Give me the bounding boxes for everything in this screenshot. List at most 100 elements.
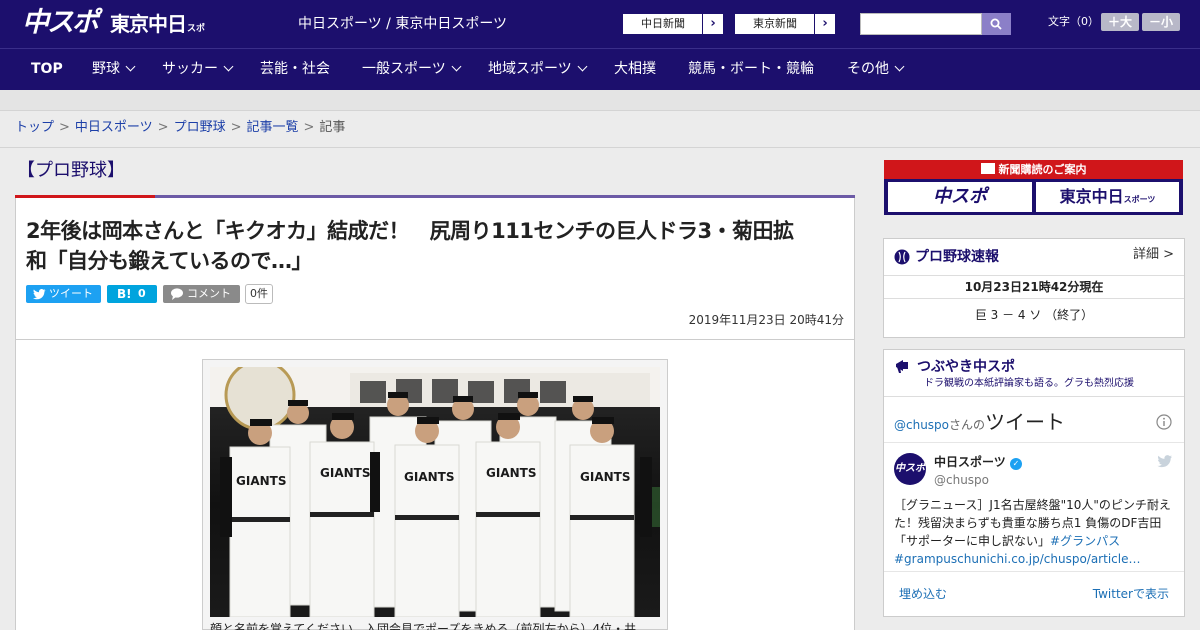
nav-item-soccer[interactable]: サッカー [162, 49, 234, 90]
baseball-detail-link[interactable]: 詳細 > [1133, 247, 1174, 263]
font-increase-button[interactable]: ＋大 [1101, 13, 1139, 31]
nav-item-baseball[interactable]: 野球 [92, 49, 136, 90]
search-button[interactable] [982, 13, 1011, 35]
twitter-bird-icon[interactable] [1157, 454, 1173, 468]
baseball-timestamp: 10月23日21時42分現在 [884, 275, 1184, 299]
main-nav: TOP 野球 サッカー 芸能・社会 一般スポーツ 地域スポーツ 大相撲 競馬・ボ… [0, 48, 1200, 90]
twitter-widget: つぶやき中スポ ドラ観戦の本紙評論家も語る。グラも熱烈応援 @chuspoさんの… [883, 349, 1185, 617]
chevron-right-icon: › [814, 14, 835, 34]
accent-line [155, 195, 855, 198]
search-icon [990, 18, 1002, 30]
nav-label: 一般スポーツ [362, 61, 446, 77]
tokyo-logo-text: 東京中日 [110, 12, 187, 36]
tokyo-shimbun-link[interactable]: 東京新聞 › [734, 13, 836, 35]
tweets-handle-link[interactable]: @chuspo [894, 418, 949, 432]
baseball-live-widget: プロ野球速報 詳細 > 10月23日21時42分現在 巨 3 － 4 ソ （終了… [883, 238, 1185, 338]
nav-item-local-sports[interactable]: 地域スポーツ [488, 49, 588, 90]
hatena-icon: B! [117, 287, 132, 301]
tokyo-chunichi-logo[interactable]: 東京中日スポーツ [110, 10, 210, 67]
headline-line: 2年後は岡本さんと「キクオカ」結成だ！ 尻周り111センチの巨人ドラ3・菊田拡 [26, 219, 794, 243]
search-input[interactable] [860, 13, 982, 35]
article-photo[interactable]: GIANTS GIANTS GIANTS GIANTS GIANTS [210, 367, 660, 617]
nav-item-sumo[interactable]: 大相撲 [614, 49, 656, 90]
divider [884, 442, 1184, 443]
tweet-body: ［グラニュース］J1名古屋終盤"10人"のピンチ耐えた！残留決まらずも貴重な勝ち… [894, 498, 1171, 548]
nav-item-entertainment[interactable]: 芸能・社会 [260, 49, 330, 90]
tweets-widget-subtitle: ドラ観戦の本紙評論家も語る。グラも熱烈応援 [924, 378, 1134, 389]
tweets-handle-suffix: さんの [949, 418, 986, 432]
tweets-label: ツイート [985, 410, 1066, 434]
subscription-title: 新聞購読のご案内 [884, 160, 1183, 179]
divider [0, 147, 1200, 148]
baseball-widget-title: プロ野球速報 [915, 249, 999, 265]
hatena-count: 0 [138, 287, 146, 300]
chevron-down-icon [577, 61, 588, 72]
site-title: 中日スポーツ / 東京中日スポーツ [298, 16, 508, 32]
svg-text:GIANTS: GIANTS [580, 470, 630, 484]
comment-button[interactable]: コメント [163, 285, 240, 303]
site-header: 中スポ 東京中日スポーツ 中日スポーツ / 東京中日スポーツ 中日新聞 › 東京… [0, 0, 1200, 67]
article-date: 2019年11月23日 20時41分 [688, 313, 844, 327]
megaphone-icon [896, 360, 908, 373]
account-handle[interactable]: @chuspo [934, 472, 989, 488]
breadcrumb-top[interactable]: トップ [15, 120, 54, 135]
chevron-down-icon [125, 61, 136, 72]
nav-label: 芸能・社会 [260, 61, 330, 77]
breadcrumb-chunichi-sports[interactable]: 中日スポーツ [75, 120, 153, 135]
ext-link-label: 東京新聞 [753, 17, 797, 30]
tweet-hashtag[interactable]: #グランパス [1050, 534, 1120, 548]
view-on-twitter-link[interactable]: Twitterで表示 [1093, 586, 1169, 602]
breadcrumb-separator: > [59, 120, 70, 135]
breadcrumb-pro-baseball[interactable]: プロ野球 [174, 120, 226, 135]
breadcrumb-separator: > [303, 120, 315, 135]
comment-label: コメント [187, 287, 231, 300]
nav-item-racing[interactable]: 競馬・ボート・競輪 [688, 49, 814, 90]
nav-label: その他 [847, 61, 889, 77]
font-decrease-button[interactable]: －小 [1142, 13, 1180, 31]
account-avatar[interactable]: 中スポ [894, 453, 926, 485]
promo-tokyo-logo: 東京中日スポーツ [1036, 182, 1179, 212]
nav-label: TOP [31, 61, 63, 77]
tweet-label: ツイート [49, 287, 93, 300]
svg-text:GIANTS: GIANTS [404, 470, 454, 484]
nav-item-general-sports[interactable]: 一般スポーツ [362, 49, 462, 90]
breadcrumb-article-list[interactable]: 記事一覧 [247, 120, 299, 135]
chevron-down-icon [451, 61, 462, 72]
accent-line [15, 195, 155, 198]
embed-link[interactable]: 埋め込む [899, 586, 947, 602]
breadcrumb: トップ > 中日スポーツ > プロ野球 > 記事一覧 > 記事 [15, 120, 345, 136]
divider [884, 571, 1184, 572]
sub-bar [0, 90, 1200, 111]
chevron-down-icon [894, 61, 905, 72]
nav-item-top[interactable]: TOP [31, 49, 63, 90]
nav-label: 競馬・ボート・競輪 [688, 61, 814, 77]
baseball-icon [894, 249, 910, 265]
chunichi-shimbun-link[interactable]: 中日新聞 › [622, 13, 724, 35]
divider [884, 396, 1184, 397]
account-name[interactable]: 中日スポーツ ✓ [934, 454, 1022, 470]
breadcrumb-current: 記事 [319, 120, 346, 135]
promo-tokyo-small: スポーツ [1123, 195, 1156, 204]
photo-caption: 顔と名前を覚えてください。入団会見でポーズをきめる（前列左から）4位・井 [210, 622, 637, 630]
info-icon[interactable] [1156, 414, 1172, 430]
subscription-label: 新聞購読のご案内 [998, 163, 1087, 176]
subscription-banner[interactable]: 新聞購読のご案内 中スポ 東京中日スポーツ [884, 160, 1183, 215]
nav-label: 大相撲 [614, 61, 656, 77]
nav-label: サッカー [162, 61, 218, 77]
svg-text:GIANTS: GIANTS [236, 474, 286, 488]
breadcrumb-separator: > [157, 120, 169, 135]
chevron-down-icon [223, 61, 234, 72]
headline-line: 和「自分も鍛えているので…」 [26, 249, 312, 273]
tweet-text: ［グラニュース］J1名古屋終盤"10人"のピンチ耐えた！残留決まらずも貴重な勝ち… [894, 496, 1176, 568]
account-name-text: 中日スポーツ [934, 455, 1006, 469]
baseball-score[interactable]: 巨 3 － 4 ソ （終了） [884, 307, 1184, 323]
photo-frame: GIANTS GIANTS GIANTS GIANTS GIANTS [202, 359, 668, 630]
chuspo-logo[interactable]: 中スポ [22, 6, 102, 40]
svg-text:GIANTS: GIANTS [320, 466, 370, 480]
nav-item-other[interactable]: その他 [847, 49, 905, 90]
tweet-button[interactable]: ツイート [26, 285, 101, 303]
tweet-link[interactable]: #grampuschunichi.co.jp/chuspo/article… [894, 552, 1140, 566]
breadcrumb-separator: > [230, 120, 242, 135]
verified-icon: ✓ [1009, 458, 1022, 470]
hatena-bookmark-button[interactable]: B! 0 [107, 285, 157, 303]
